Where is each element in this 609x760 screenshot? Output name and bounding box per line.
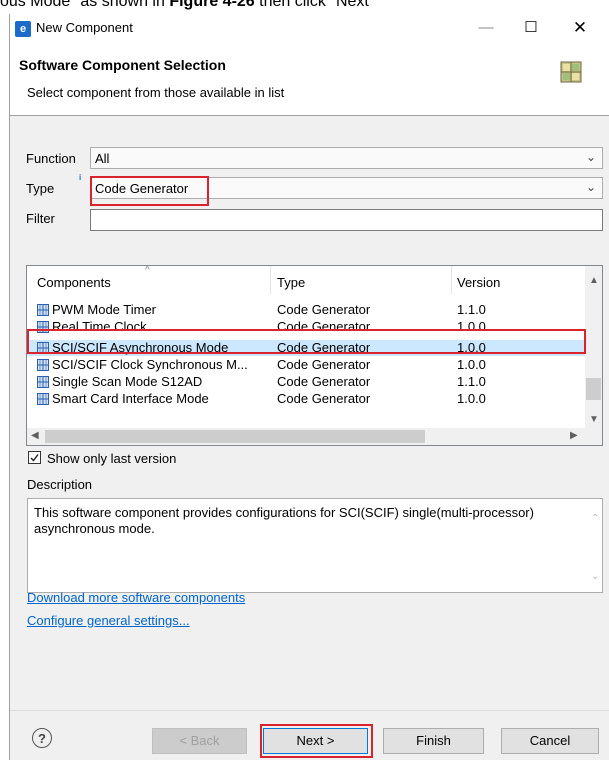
wizard-subtitle: Select component from those available in…	[27, 85, 285, 100]
description-box: This software component provides configu…	[27, 498, 603, 593]
description-text: This software component provides configu…	[34, 505, 534, 536]
components-table: ^ Components Type Version PWM Mode Timer…	[26, 265, 603, 446]
maximize-button[interactable]: ☐	[516, 16, 546, 40]
show-only-last-version-label[interactable]: Show only last version	[47, 451, 176, 466]
configure-settings-link[interactable]: Configure general settings...	[27, 613, 190, 628]
finish-button[interactable]: Finish	[383, 728, 484, 754]
minimize-button[interactable]: —	[471, 16, 501, 40]
row-version: 1.0.0	[457, 357, 486, 372]
sort-ascending-icon: ^	[145, 265, 150, 276]
table-row[interactable]: Single Scan Mode S12AD Code Generator 1.1.…	[27, 374, 585, 390]
row-version: 1.0.0	[457, 391, 486, 406]
document-text: ous Mode" as shown in Figure 4-26 then c…	[0, 0, 609, 14]
scroll-down-icon[interactable]: ▼	[589, 414, 599, 425]
component-grid-icon	[37, 376, 49, 388]
component-grid-icon	[37, 359, 49, 371]
filter-input[interactable]	[90, 209, 603, 231]
window-title: New Component	[36, 20, 133, 35]
checkmark-icon	[30, 454, 39, 462]
function-label: Function	[26, 151, 76, 166]
footer-separator	[10, 710, 609, 711]
scroll-left-icon[interactable]: ◀	[31, 430, 39, 441]
doc-text-pre: ous Mode" as shown in	[0, 0, 170, 10]
component-grid-icon	[37, 393, 49, 405]
help-icon[interactable]: ?	[32, 728, 52, 748]
row-component-name: Single Scan Mode S12AD	[52, 374, 203, 389]
close-button[interactable]: ✕	[565, 16, 595, 40]
download-components-link[interactable]: Download more software components	[27, 590, 245, 605]
next-highlight-box	[260, 724, 373, 758]
info-decorator-icon: i	[79, 173, 82, 182]
scroll-up-icon[interactable]: ▲	[589, 275, 599, 286]
row-type: Code Generator	[277, 374, 371, 389]
row-version: 1.1.0	[457, 374, 486, 389]
wizard-title: Software Component Selection	[19, 57, 226, 73]
column-header-type[interactable]: Type	[277, 275, 305, 290]
row-component-name: Smart Card Interface Mode	[52, 391, 209, 406]
e2-studio-app-icon: e	[15, 21, 31, 37]
component-grid-icon	[37, 304, 49, 316]
row-version: 1.1.0	[457, 302, 486, 317]
vertical-scroll-thumb[interactable]	[586, 378, 601, 400]
scroll-up-icon: ⌃	[591, 513, 600, 524]
back-button[interactable]: < Back	[152, 728, 247, 754]
chevron-down-icon: ⌄	[585, 150, 596, 164]
horizontal-scroll-thumb[interactable]	[45, 430, 425, 443]
table-row[interactable]: SCI/SCIF Clock Synchronous M... Code Gene…	[27, 357, 585, 373]
scroll-right-icon[interactable]: ▶	[570, 430, 578, 441]
row-type: Code Generator	[277, 391, 371, 406]
cancel-button[interactable]: Cancel	[501, 728, 599, 754]
column-separator	[451, 266, 452, 294]
selected-row-highlight-box	[27, 329, 586, 354]
type-label: Type	[26, 181, 55, 196]
row-component-name: SCI/SCIF Clock Synchronous M...	[52, 357, 248, 372]
title-bar: e New Component — ☐ ✕	[10, 14, 609, 44]
row-type: Code Generator	[277, 357, 371, 372]
row-type: Code Generator	[277, 302, 371, 317]
new-component-dialog: e New Component — ☐ ✕ Software Component…	[9, 14, 609, 760]
chevron-down-icon: ⌄	[585, 180, 596, 194]
description-label: Description	[27, 477, 93, 492]
column-header-components[interactable]: Components	[37, 275, 111, 290]
column-header-version[interactable]: Version	[457, 275, 500, 290]
show-only-last-version-checkbox[interactable]	[28, 451, 41, 464]
table-row[interactable]: PWM Mode Timer Code Generator 1.1.0	[27, 302, 585, 318]
table-row[interactable]: Smart Card Interface Mode Code Generator 1…	[27, 391, 585, 407]
wizard-header: Software Component Selection Select comp…	[10, 44, 609, 116]
column-separator	[270, 266, 271, 294]
doc-text-post: then click "Next"	[254, 0, 375, 10]
scroll-down-icon: ⌄	[591, 571, 600, 582]
function-combo-value: All	[95, 151, 110, 166]
vertical-scrollbar[interactable]: ▲ ▼	[585, 266, 602, 428]
row-component-name: PWM Mode Timer	[52, 302, 157, 317]
scrollbar-corner	[585, 428, 602, 445]
component-grid-icon	[560, 61, 582, 83]
filter-label: Filter	[26, 211, 55, 226]
type-highlight-box	[90, 176, 209, 206]
horizontal-scrollbar[interactable]: ◀ ▶	[27, 428, 585, 445]
doc-text-figure-ref: Figure 4-26	[169, 0, 255, 10]
function-combo[interactable]: All ⌄	[90, 147, 603, 169]
